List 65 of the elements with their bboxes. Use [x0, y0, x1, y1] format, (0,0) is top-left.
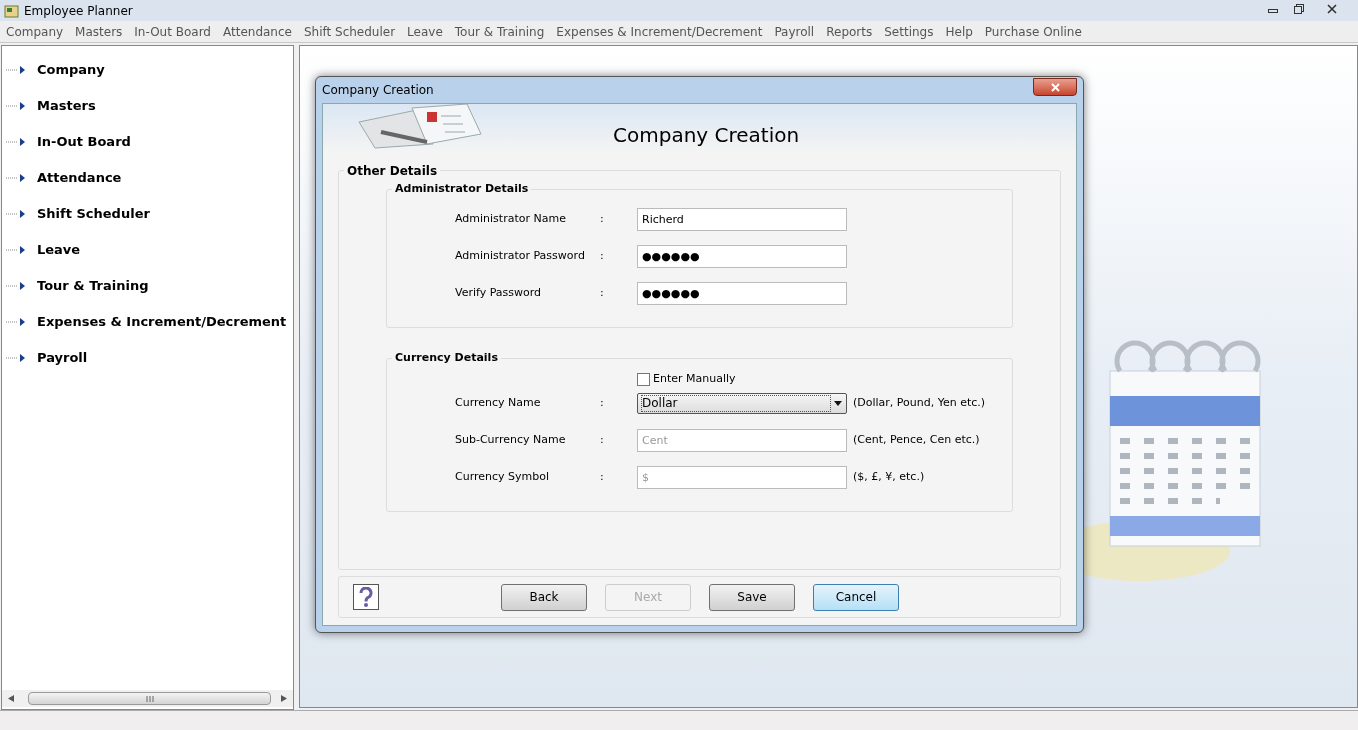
field-hint: ($, £, ¥, etc.): [853, 468, 925, 485]
sidebar-item[interactable]: In-Out Board: [37, 132, 131, 152]
scroll-right-icon[interactable]: [281, 695, 287, 702]
input-field[interactable]: ●●●●●●: [637, 282, 847, 305]
colon-separator: :: [600, 211, 605, 228]
dropdown-arrow-icon: [834, 400, 842, 406]
menu-item[interactable]: Shift Scheduler: [297, 22, 402, 41]
sidebar-item[interactable]: Payroll: [37, 348, 88, 368]
input-field[interactable]: Cent: [637, 428, 847, 452]
dialog-heading: Company Creation: [613, 122, 800, 149]
colon-separator: :: [600, 248, 605, 265]
field-label: Currency Symbol: [455, 468, 551, 485]
field-label: Verify Password: [455, 285, 543, 302]
menu-item[interactable]: Attendance: [217, 22, 298, 41]
input-field[interactable]: Richerd: [637, 208, 847, 231]
horizontal-scrollbar[interactable]: [2, 690, 293, 707]
close-icon: [1327, 4, 1337, 14]
menu-item[interactable]: Expenses & Increment/Decrement: [550, 22, 769, 41]
field-hint: (Cent, Pence, Cen etc.): [853, 431, 980, 448]
menu-item[interactable]: Company: [0, 22, 70, 41]
field-label: Sub-Currency Name: [455, 431, 567, 448]
menu-item[interactable]: Reports: [820, 22, 879, 41]
restore-icon: [1294, 4, 1304, 14]
close-icon: [1050, 82, 1060, 92]
menu-item[interactable]: Purchase Online: [978, 22, 1088, 41]
sidebar-item[interactable]: Attendance: [37, 168, 122, 188]
dropdown-value: Dollar: [641, 394, 831, 412]
grip-icon: [145, 695, 154, 702]
dialog-button[interactable]: Cancel: [813, 583, 899, 611]
menu-item[interactable]: Help: [939, 22, 979, 41]
input-field[interactable]: ●●●●●●: [637, 245, 847, 268]
app-icon: [4, 3, 20, 18]
field-label: Currency Name: [455, 394, 542, 411]
checkbox-label: Enter Manually: [653, 371, 736, 387]
checkbox[interactable]: [637, 372, 650, 386]
menu-item[interactable]: Payroll: [768, 22, 821, 41]
field-hint: (Dollar, Pound, Yen etc.): [853, 394, 986, 411]
menu-item[interactable]: Tour & Training: [448, 22, 551, 41]
colon-separator: :: [600, 285, 605, 302]
question-mark-icon: [359, 587, 373, 607]
menu-item[interactable]: Leave: [401, 22, 449, 41]
menu-item[interactable]: Masters: [69, 22, 129, 41]
dialog-button[interactable]: Back: [501, 583, 587, 611]
colon-separator: :: [600, 468, 605, 485]
dialog-title: Company Creation: [322, 82, 434, 99]
colon-separator: :: [600, 431, 605, 448]
window-title: Employee Planner: [24, 2, 133, 20]
sidebar-item[interactable]: Company: [37, 60, 105, 80]
help-button[interactable]: [353, 584, 379, 610]
sidebar-item[interactable]: Tour & Training: [37, 276, 149, 296]
scrollbar-thumb[interactable]: [28, 692, 271, 705]
menu-item[interactable]: In-Out Board: [128, 22, 217, 41]
colon-separator: :: [600, 394, 605, 411]
input-field[interactable]: $: [637, 465, 847, 489]
currency-dropdown[interactable]: Dollar: [637, 392, 847, 414]
menu-item[interactable]: Settings: [878, 22, 940, 41]
scroll-left-icon[interactable]: [8, 695, 14, 702]
dialog-button[interactable]: Save: [709, 583, 795, 611]
sidebar-item[interactable]: Expenses & Increment/Decrement: [37, 312, 287, 332]
field-label: Administrator Password: [455, 248, 586, 265]
sidebar-item[interactable]: Masters: [37, 96, 96, 116]
field-label: Administrator Name: [455, 211, 567, 228]
sidebar-item[interactable]: Shift Scheduler: [37, 204, 150, 224]
dialog-close-button[interactable]: [1033, 78, 1077, 96]
sidebar-item[interactable]: Leave: [37, 240, 81, 260]
